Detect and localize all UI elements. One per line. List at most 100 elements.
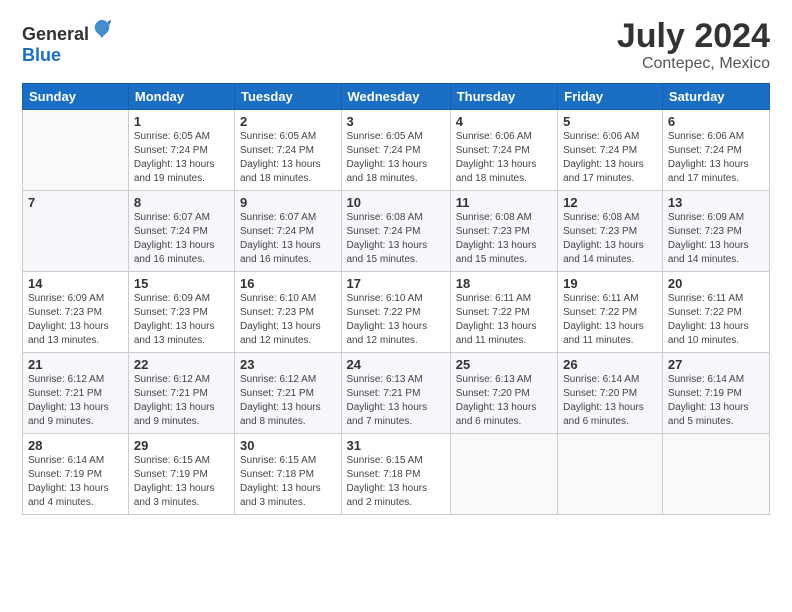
day-number: 31 (347, 438, 445, 453)
day-info: Sunrise: 6:09 AM Sunset: 7:23 PM Dayligh… (134, 292, 229, 348)
calendar-week-1: 1Sunrise: 6:05 AM Sunset: 7:24 PM Daylig… (23, 110, 770, 191)
calendar-cell: 21Sunrise: 6:12 AM Sunset: 7:21 PM Dayli… (23, 353, 129, 434)
calendar-cell: 9Sunrise: 6:07 AM Sunset: 7:24 PM Daylig… (235, 191, 342, 272)
month-title: July 2024 (617, 18, 770, 55)
day-info: Sunrise: 6:11 AM Sunset: 7:22 PM Dayligh… (668, 292, 764, 348)
location-title: Contepec, Mexico (617, 55, 770, 73)
calendar-cell: 3Sunrise: 6:05 AM Sunset: 7:24 PM Daylig… (341, 110, 450, 191)
day-number: 28 (28, 438, 123, 453)
calendar-week-2: 78Sunrise: 6:07 AM Sunset: 7:24 PM Dayli… (23, 191, 770, 272)
day-number: 10 (347, 195, 445, 210)
calendar-cell: 19Sunrise: 6:11 AM Sunset: 7:22 PM Dayli… (558, 272, 663, 353)
header-saturday: Saturday (662, 84, 769, 110)
calendar-cell: 24Sunrise: 6:13 AM Sunset: 7:21 PM Dayli… (341, 353, 450, 434)
header-monday: Monday (128, 84, 234, 110)
day-info: Sunrise: 6:08 AM Sunset: 7:23 PM Dayligh… (563, 211, 657, 267)
day-number: 17 (347, 276, 445, 291)
calendar-cell: 2Sunrise: 6:05 AM Sunset: 7:24 PM Daylig… (235, 110, 342, 191)
calendar-cell: 15Sunrise: 6:09 AM Sunset: 7:23 PM Dayli… (128, 272, 234, 353)
day-number: 27 (668, 357, 764, 372)
day-number: 29 (134, 438, 229, 453)
day-number: 22 (134, 357, 229, 372)
calendar-cell: 23Sunrise: 6:12 AM Sunset: 7:21 PM Dayli… (235, 353, 342, 434)
calendar-cell: 25Sunrise: 6:13 AM Sunset: 7:20 PM Dayli… (450, 353, 557, 434)
day-info: Sunrise: 6:08 AM Sunset: 7:23 PM Dayligh… (456, 211, 552, 267)
day-info: Sunrise: 6:15 AM Sunset: 7:18 PM Dayligh… (240, 454, 336, 510)
day-info: Sunrise: 6:05 AM Sunset: 7:24 PM Dayligh… (134, 130, 229, 186)
day-number: 30 (240, 438, 336, 453)
day-number: 14 (28, 276, 123, 291)
day-number: 15 (134, 276, 229, 291)
day-info: Sunrise: 6:15 AM Sunset: 7:19 PM Dayligh… (134, 454, 229, 510)
day-info: Sunrise: 6:14 AM Sunset: 7:19 PM Dayligh… (668, 373, 764, 429)
day-info: Sunrise: 6:09 AM Sunset: 7:23 PM Dayligh… (28, 292, 123, 348)
calendar-week-5: 28Sunrise: 6:14 AM Sunset: 7:19 PM Dayli… (23, 434, 770, 515)
calendar-week-3: 14Sunrise: 6:09 AM Sunset: 7:23 PM Dayli… (23, 272, 770, 353)
day-info: Sunrise: 6:06 AM Sunset: 7:24 PM Dayligh… (563, 130, 657, 186)
day-info: Sunrise: 6:12 AM Sunset: 7:21 PM Dayligh… (28, 373, 123, 429)
day-number: 21 (28, 357, 123, 372)
day-info: Sunrise: 6:10 AM Sunset: 7:22 PM Dayligh… (347, 292, 445, 348)
logo-blue: Blue (22, 45, 61, 65)
day-number: 24 (347, 357, 445, 372)
calendar-table: Sunday Monday Tuesday Wednesday Thursday… (22, 83, 770, 515)
day-number: 18 (456, 276, 552, 291)
calendar-cell: 18Sunrise: 6:11 AM Sunset: 7:22 PM Dayli… (450, 272, 557, 353)
day-info: Sunrise: 6:14 AM Sunset: 7:20 PM Dayligh… (563, 373, 657, 429)
calendar-cell: 4Sunrise: 6:06 AM Sunset: 7:24 PM Daylig… (450, 110, 557, 191)
calendar-cell: 1Sunrise: 6:05 AM Sunset: 7:24 PM Daylig… (128, 110, 234, 191)
day-number: 2 (240, 114, 336, 129)
header-wednesday: Wednesday (341, 84, 450, 110)
day-info: Sunrise: 6:09 AM Sunset: 7:23 PM Dayligh… (668, 211, 764, 267)
calendar-cell: 20Sunrise: 6:11 AM Sunset: 7:22 PM Dayli… (662, 272, 769, 353)
day-number: 25 (456, 357, 552, 372)
day-info: Sunrise: 6:11 AM Sunset: 7:22 PM Dayligh… (563, 292, 657, 348)
day-number: 23 (240, 357, 336, 372)
calendar-cell: 29Sunrise: 6:15 AM Sunset: 7:19 PM Dayli… (128, 434, 234, 515)
logo-general: General (22, 24, 89, 44)
page: General Blue July 2024 Contepec, Mexico … (0, 0, 792, 612)
header-tuesday: Tuesday (235, 84, 342, 110)
calendar-cell: 11Sunrise: 6:08 AM Sunset: 7:23 PM Dayli… (450, 191, 557, 272)
calendar-cell (558, 434, 663, 515)
logo: General Blue (22, 18, 113, 66)
day-number: 11 (456, 195, 552, 210)
title-section: July 2024 Contepec, Mexico (617, 18, 770, 73)
day-number: 20 (668, 276, 764, 291)
day-number: 9 (240, 195, 336, 210)
day-info: Sunrise: 6:05 AM Sunset: 7:24 PM Dayligh… (240, 130, 336, 186)
day-number: 19 (563, 276, 657, 291)
calendar-cell: 7 (23, 191, 129, 272)
day-number: 7 (28, 195, 123, 210)
calendar-cell: 5Sunrise: 6:06 AM Sunset: 7:24 PM Daylig… (558, 110, 663, 191)
day-number: 5 (563, 114, 657, 129)
calendar-cell: 30Sunrise: 6:15 AM Sunset: 7:18 PM Dayli… (235, 434, 342, 515)
day-info: Sunrise: 6:13 AM Sunset: 7:21 PM Dayligh… (347, 373, 445, 429)
day-info: Sunrise: 6:06 AM Sunset: 7:24 PM Dayligh… (668, 130, 764, 186)
day-info: Sunrise: 6:15 AM Sunset: 7:18 PM Dayligh… (347, 454, 445, 510)
day-number: 26 (563, 357, 657, 372)
day-number: 13 (668, 195, 764, 210)
day-info: Sunrise: 6:11 AM Sunset: 7:22 PM Dayligh… (456, 292, 552, 348)
header: General Blue July 2024 Contepec, Mexico (22, 18, 770, 73)
calendar-header-row: Sunday Monday Tuesday Wednesday Thursday… (23, 84, 770, 110)
calendar-cell: 28Sunrise: 6:14 AM Sunset: 7:19 PM Dayli… (23, 434, 129, 515)
day-number: 1 (134, 114, 229, 129)
calendar-cell (23, 110, 129, 191)
calendar-cell: 8Sunrise: 6:07 AM Sunset: 7:24 PM Daylig… (128, 191, 234, 272)
day-number: 8 (134, 195, 229, 210)
calendar-cell: 6Sunrise: 6:06 AM Sunset: 7:24 PM Daylig… (662, 110, 769, 191)
day-info: Sunrise: 6:13 AM Sunset: 7:20 PM Dayligh… (456, 373, 552, 429)
day-info: Sunrise: 6:14 AM Sunset: 7:19 PM Dayligh… (28, 454, 123, 510)
calendar-cell: 31Sunrise: 6:15 AM Sunset: 7:18 PM Dayli… (341, 434, 450, 515)
day-number: 6 (668, 114, 764, 129)
day-info: Sunrise: 6:06 AM Sunset: 7:24 PM Dayligh… (456, 130, 552, 186)
day-info: Sunrise: 6:05 AM Sunset: 7:24 PM Dayligh… (347, 130, 445, 186)
calendar-cell: 14Sunrise: 6:09 AM Sunset: 7:23 PM Dayli… (23, 272, 129, 353)
day-number: 3 (347, 114, 445, 129)
header-thursday: Thursday (450, 84, 557, 110)
day-info: Sunrise: 6:07 AM Sunset: 7:24 PM Dayligh… (240, 211, 336, 267)
logo-icon (91, 18, 113, 40)
day-info: Sunrise: 6:10 AM Sunset: 7:23 PM Dayligh… (240, 292, 336, 348)
calendar-cell: 10Sunrise: 6:08 AM Sunset: 7:24 PM Dayli… (341, 191, 450, 272)
